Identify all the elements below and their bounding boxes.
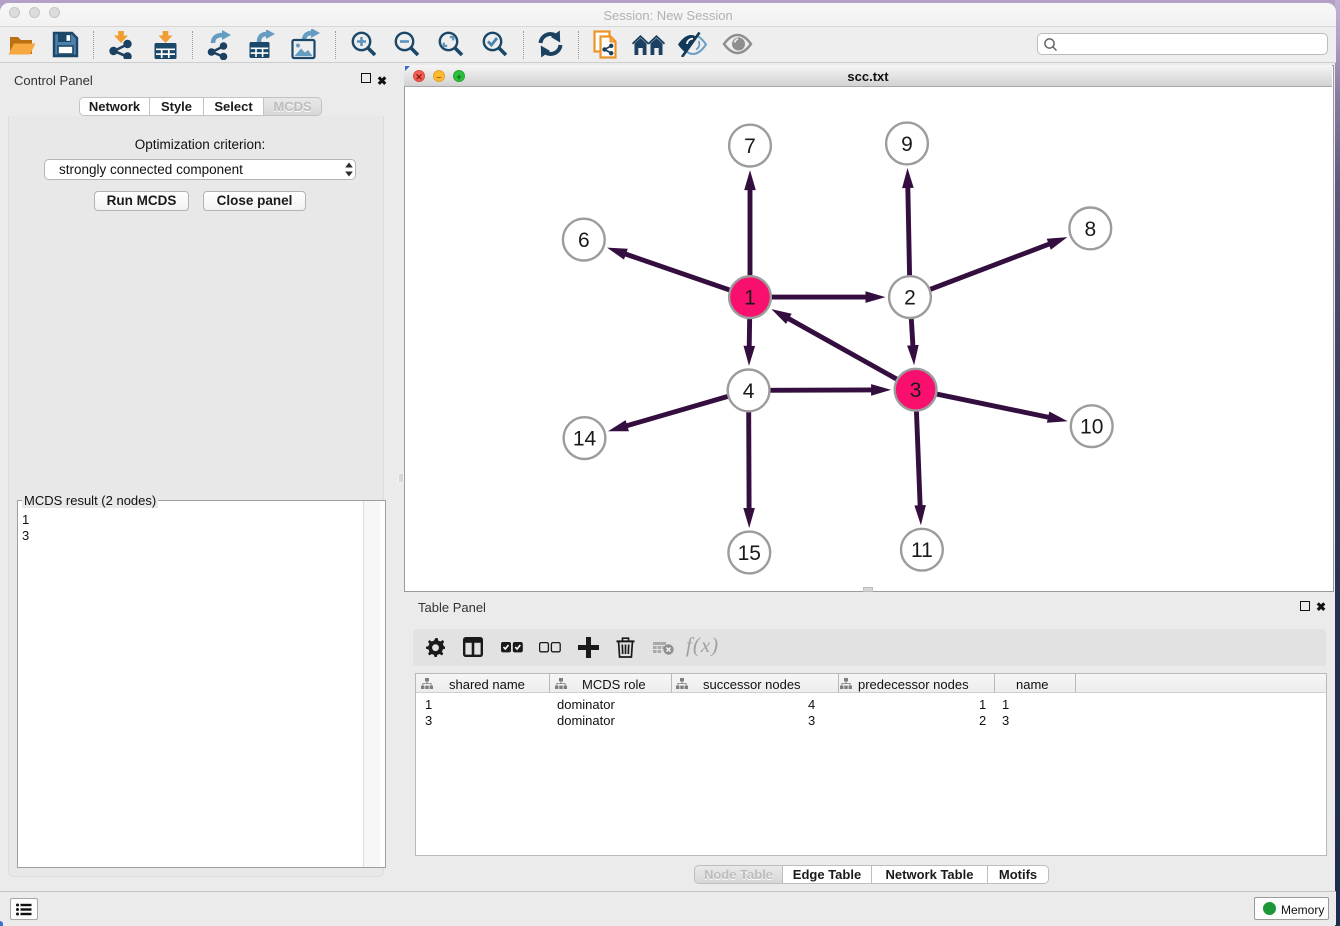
svg-text:4: 4 [743, 380, 755, 403]
svg-text:2: 2 [904, 287, 916, 310]
svg-text:11: 11 [911, 539, 933, 562]
svg-text:3: 3 [910, 379, 922, 402]
svg-text:15: 15 [738, 542, 761, 565]
svg-text:14: 14 [573, 428, 597, 451]
svg-text:8: 8 [1084, 218, 1096, 241]
svg-text:9: 9 [901, 133, 913, 156]
svg-text:1: 1 [744, 287, 756, 310]
svg-text:10: 10 [1080, 416, 1103, 439]
svg-text:6: 6 [578, 229, 590, 252]
svg-text:7: 7 [744, 135, 756, 158]
